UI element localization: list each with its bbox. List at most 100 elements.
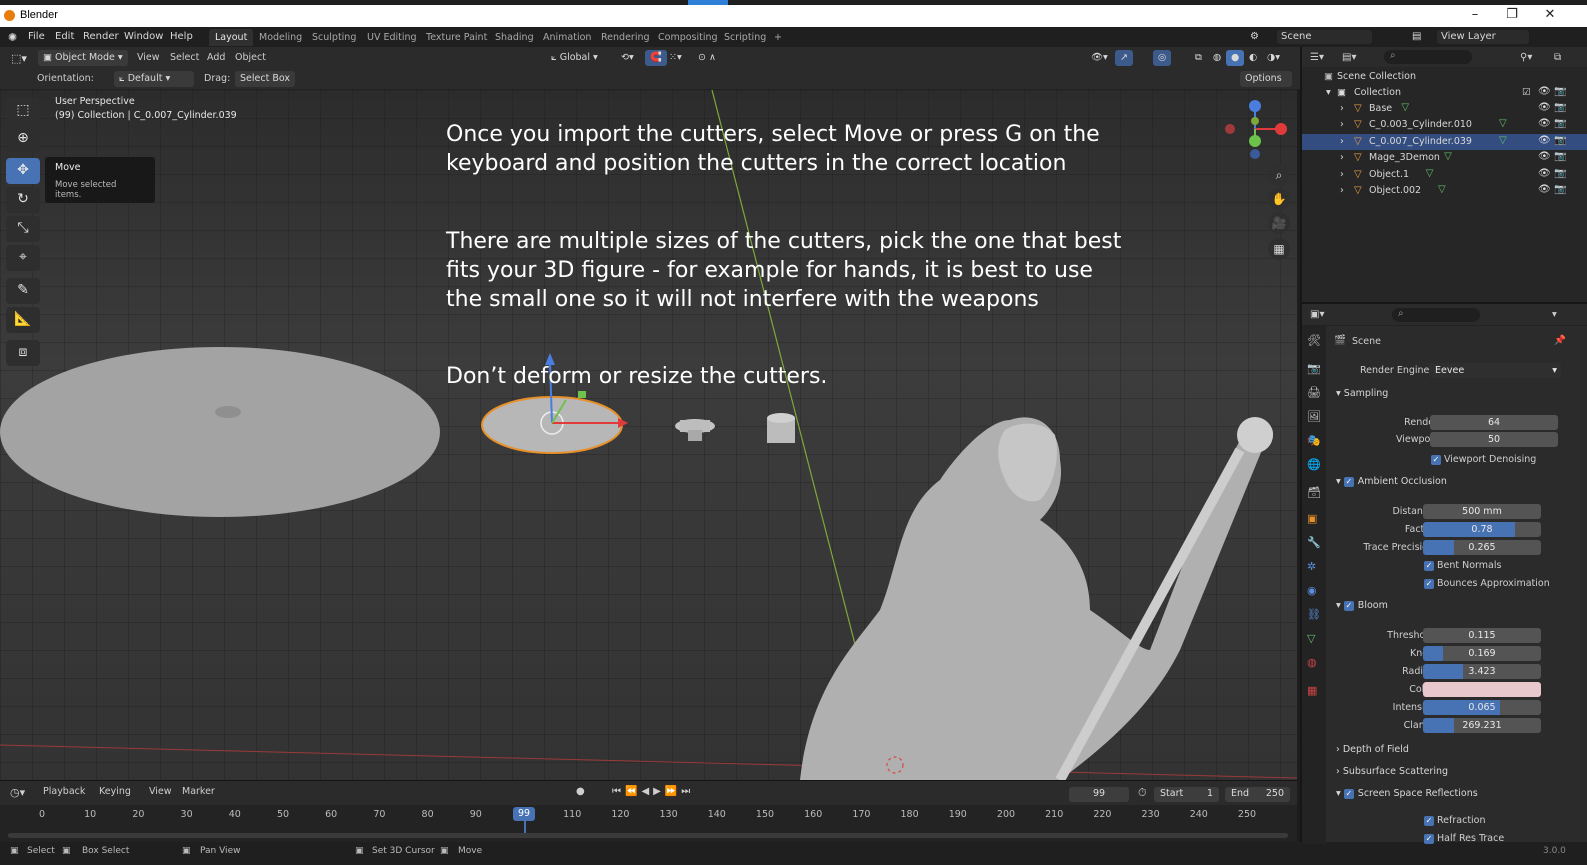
camera-icon[interactable]: 📷 <box>1554 184 1566 195</box>
tab-layout[interactable]: Layout <box>209 29 254 46</box>
camera-icon[interactable]: 📷 <box>1554 151 1566 162</box>
refraction-checkbox[interactable]: ✓ <box>1424 816 1434 826</box>
tab-rendering[interactable]: Rendering <box>595 29 656 46</box>
bloom-intensity-slider[interactable]: 0.065 <box>1423 700 1541 715</box>
restore-icon[interactable]: ❐ <box>1497 7 1527 22</box>
render-engine-selector[interactable]: Eevee ▾ <box>1429 363 1561 378</box>
orientation-selector[interactable]: ⟀ Default ▾ <box>114 71 194 87</box>
menu-help[interactable]: Help <box>170 31 193 42</box>
menu-marker[interactable]: Marker <box>182 786 215 797</box>
menu-file[interactable]: File <box>28 31 45 42</box>
object-tab-icon[interactable]: ▣ <box>1307 512 1317 525</box>
navigation-gizmo[interactable] <box>1218 94 1297 174</box>
pan-hand-icon[interactable]: ✋ <box>1268 188 1290 210</box>
menu-view[interactable]: View <box>137 52 160 63</box>
scale-tool-icon[interactable]: ⤡ <box>6 216 40 242</box>
sampling-section-header[interactable]: ▾ Sampling <box>1330 388 1587 406</box>
modifier-tab-icon[interactable]: 🔧 <box>1307 536 1321 549</box>
data-tab-icon[interactable]: ▽ <box>1307 632 1315 645</box>
playhead-frame[interactable]: 99 <box>513 807 535 821</box>
scene-tab-icon[interactable]: 🎭 <box>1307 434 1321 447</box>
camera-icon[interactable]: 📷 <box>1554 86 1566 97</box>
viewport-samples-field[interactable]: 50 <box>1430 432 1558 447</box>
ssr-section-header[interactable]: ▾ ✓ Screen Space Reflections <box>1330 788 1587 806</box>
physics-tab-icon[interactable]: ◉ <box>1307 584 1317 597</box>
timeline-scrollbar[interactable] <box>8 833 1288 838</box>
annotate-tool-icon[interactable]: ✎ <box>6 278 40 304</box>
expand-arrow-icon[interactable]: › <box>1340 185 1344 196</box>
bloom-section-header[interactable]: ▾ ✓ Bloom <box>1330 600 1587 618</box>
tab-animation[interactable]: Animation <box>537 29 597 46</box>
viewport-denoising-checkbox[interactable]: ✓ <box>1431 455 1441 465</box>
camera-icon[interactable]: 📷 <box>1554 118 1566 129</box>
menu-playback[interactable]: Playback <box>43 786 85 797</box>
expand-arrow-icon[interactable]: › <box>1340 119 1344 130</box>
select-box-tool-icon[interactable]: ⬚ <box>6 98 40 124</box>
clock-icon[interactable]: ⏱ <box>1138 786 1147 800</box>
expand-arrow-icon[interactable]: › <box>1340 136 1344 147</box>
zoom-icon[interactable]: ⌕ <box>1268 164 1290 186</box>
transform-tool-icon[interactable]: ⌖ <box>6 245 40 271</box>
bloom-clamp-slider[interactable]: 269.231 <box>1423 718 1541 733</box>
filter-icon[interactable]: ⚲▾ <box>1520 52 1532 63</box>
solid-shading-icon[interactable]: ● <box>1226 50 1245 66</box>
expand-arrow-icon[interactable]: ▾ <box>1326 87 1331 98</box>
scene-icon[interactable]: ⚙ <box>1250 31 1259 42</box>
eye-icon[interactable]: 👁 <box>1538 135 1551 146</box>
end-frame-field[interactable]: End 250 <box>1225 787 1290 802</box>
measure-tool-icon[interactable]: 📐 <box>6 307 40 333</box>
eye-icon[interactable]: 👁 <box>1538 86 1551 97</box>
ao-trace-slider[interactable]: 0.265 <box>1423 540 1541 555</box>
snap-target-icon[interactable]: ⁙▾ <box>664 50 687 66</box>
ao-section-header[interactable]: ▾ ✓ Ambient Occlusion <box>1330 476 1587 494</box>
dof-section-header[interactable]: › Depth of Field <box>1330 744 1587 762</box>
sss-section-header[interactable]: › Subsurface Scattering <box>1330 766 1587 784</box>
cursor-tool-icon[interactable]: ⊕ <box>6 126 40 152</box>
bent-normals-checkbox[interactable]: ✓ <box>1424 561 1434 571</box>
bloom-radius-slider[interactable]: 3.423 <box>1423 664 1541 679</box>
menu-add[interactable]: Add <box>207 52 225 63</box>
particles-tab-icon[interactable]: ✲ <box>1307 560 1316 573</box>
visibility-icon[interactable]: 👁▾ <box>1086 50 1113 66</box>
proportional-edit-icon[interactable]: ⊙ ∧ <box>693 50 721 66</box>
camera-view-icon[interactable]: 🎥 <box>1268 212 1290 234</box>
collection-checkbox[interactable]: ☑ <box>1522 87 1531 98</box>
tab-texture-paint[interactable]: Texture Paint <box>420 29 493 46</box>
menu-timeline-view[interactable]: View <box>149 786 172 797</box>
mode-selector[interactable]: ▣ Object Mode ▾ <box>38 50 128 66</box>
outliner-search-input[interactable]: ⌕ <box>1384 50 1472 64</box>
tab-sculpting[interactable]: Sculpting <box>306 29 362 46</box>
gizmo-toggle-icon[interactable]: ↗ <box>1115 50 1133 66</box>
output-tab-icon[interactable]: 🖨 <box>1307 386 1321 399</box>
outliner-object-row[interactable]: › ▽ Base 👁 📷 ▽ <box>1302 101 1587 117</box>
outliner-object-row[interactable]: › ▽ Object.002 👁 📷 ▽ <box>1302 183 1587 199</box>
bloom-threshold-field[interactable]: 0.115 <box>1423 628 1541 643</box>
tab-uv-editing[interactable]: UV Editing <box>361 29 423 46</box>
camera-icon[interactable]: 📷 <box>1554 135 1566 146</box>
properties-editor-type-icon[interactable]: ▣▾ <box>1310 309 1324 320</box>
expand-arrow-icon[interactable]: › <box>1340 169 1344 180</box>
camera-icon[interactable]: 📷 <box>1554 102 1566 113</box>
pin-icon[interactable]: 📌 <box>1554 335 1566 346</box>
options-dropdown[interactable]: Options <box>1240 71 1292 87</box>
rendered-shading-icon[interactable]: ◑▾ <box>1262 50 1285 66</box>
expand-arrow-icon[interactable]: › <box>1340 152 1344 163</box>
outliner-collection[interactable]: ▾ ▣ Collection ☑ 👁 📷 <box>1302 85 1587 101</box>
render-tab-icon[interactable]: 📷 <box>1307 362 1321 375</box>
half-res-checkbox[interactable]: ✓ <box>1424 834 1434 844</box>
expand-arrow-icon[interactable]: › <box>1340 103 1344 114</box>
eye-icon[interactable]: 👁 <box>1538 184 1551 195</box>
constraints-tab-icon[interactable]: ⛓ <box>1307 608 1321 621</box>
outliner-scene-collection[interactable]: ▣ Scene Collection <box>1302 69 1587 85</box>
view-layer-tab-icon[interactable]: 🖼 <box>1307 410 1321 423</box>
bloom-color-swatch[interactable] <box>1423 682 1541 697</box>
editor-type-icon[interactable]: ⬚▾ <box>6 50 32 66</box>
current-frame-field[interactable]: 99 <box>1069 787 1129 802</box>
outliner-object-row[interactable]: › ▽ Mage_3Demon 👁 📷 ▽ <box>1302 150 1587 166</box>
camera-icon[interactable]: 📷 <box>1554 168 1566 179</box>
new-collection-icon[interactable]: ⧉ <box>1554 52 1561 63</box>
texture-tab-icon[interactable]: ▦ <box>1307 684 1317 697</box>
material-shading-icon[interactable]: ◐ <box>1244 50 1262 66</box>
render-samples-field[interactable]: 64 <box>1430 415 1558 430</box>
add-cube-tool-icon[interactable]: ⧈ <box>6 340 40 366</box>
